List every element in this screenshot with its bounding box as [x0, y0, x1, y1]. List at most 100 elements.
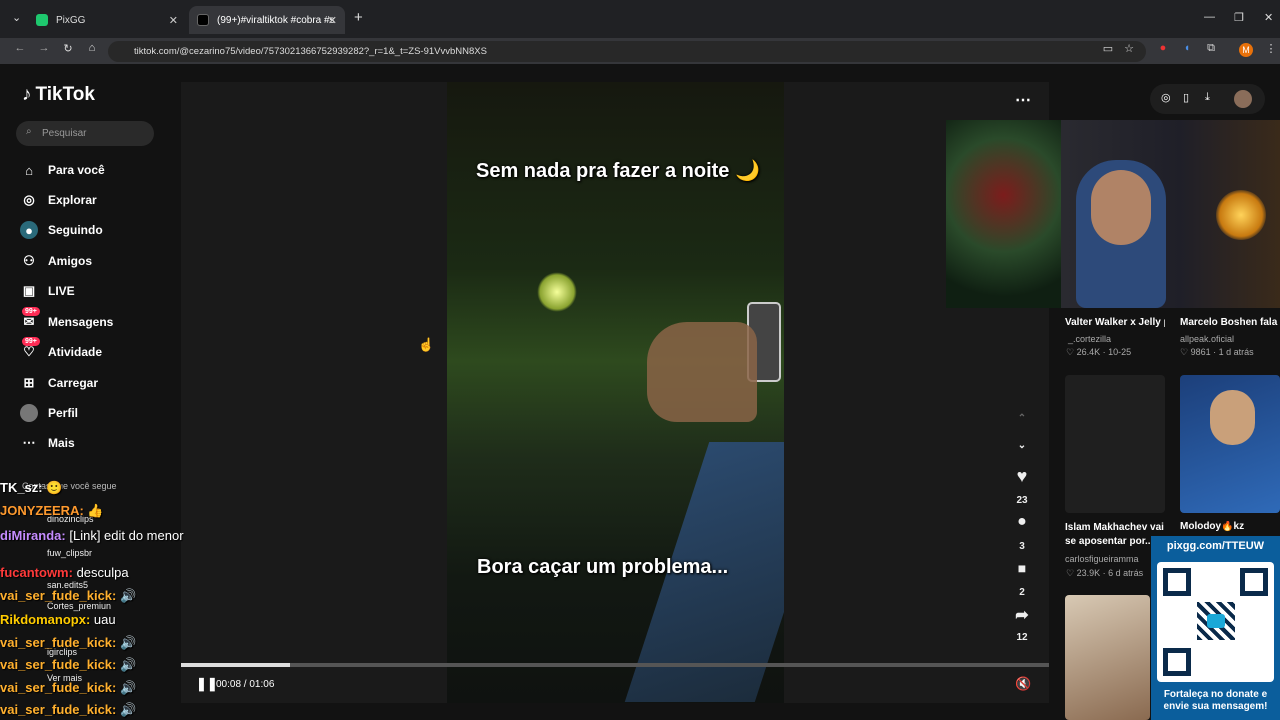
upload-icon: ⊞: [23, 375, 35, 390]
activity-badge: 99+: [22, 337, 40, 346]
chat-text: 👍: [87, 503, 104, 518]
extension-audio-icon[interactable]: ◖: [1179, 42, 1195, 54]
close-tab-icon[interactable]: ✕: [328, 14, 337, 27]
chat-username: vai_ser_fude_kick:: [0, 657, 117, 672]
tab-tiktok[interactable]: (99+)#viraltiktok #cobra #susto ✕: [189, 6, 345, 34]
browser-tab-bar: ⌄ PixGG ✕ (99+)#viraltiktok #cobra #sust…: [0, 0, 1280, 38]
sidebar-item-amigos[interactable]: ⚇ Amigos: [20, 250, 92, 272]
chat-text: [Link] edit do menor: [69, 528, 184, 543]
new-tab-icon[interactable]: +: [354, 9, 363, 26]
person-in-video: [647, 322, 757, 422]
video-thumbnail[interactable]: [1065, 375, 1165, 513]
card-title[interactable]: Valter Walker x Jelly poca 😂kkkkkk...: [1065, 317, 1165, 328]
card-title[interactable]: Islam Makhachev vai se aposentar por...: [1065, 521, 1165, 551]
sidebar-item-seguindo[interactable]: ● Seguindo: [20, 219, 103, 241]
chat-username: diMiranda:: [0, 528, 66, 543]
video-thumbnail[interactable]: [1065, 595, 1150, 720]
pause-icon[interactable]: ❚❚: [196, 676, 218, 692]
sidebar-item-atividade[interactable]: ♡ 99+ Atividade: [20, 337, 103, 363]
sidebar-item-mais[interactable]: ⋯ Mais: [20, 432, 75, 454]
cast-icon[interactable]: ▭: [1100, 42, 1116, 55]
video-thumbnail[interactable]: [1180, 375, 1280, 513]
card-title[interactable]: Molodoy🔥kz: [1180, 521, 1280, 532]
download-icon[interactable]: ⤓: [1205, 91, 1210, 104]
home-browser-icon[interactable]: ⌂: [84, 42, 100, 54]
coins-icon[interactable]: ◎: [1161, 91, 1171, 104]
close-tab-icon[interactable]: ✕: [169, 14, 178, 27]
profile-avatar[interactable]: M: [1239, 43, 1253, 57]
chat-message: JONYZEERA: 👍: [0, 503, 104, 519]
back-icon[interactable]: ←: [12, 42, 28, 54]
flashlight-glow: [537, 272, 577, 312]
more-options-icon[interactable]: ⋯: [1015, 90, 1031, 110]
qr-finder-bl: [1163, 648, 1191, 676]
user-avatar[interactable]: [1234, 90, 1252, 108]
chat-message: TK_sz: 🙂: [0, 480, 62, 496]
sidebar-item-label: Seguindo: [48, 223, 103, 237]
tab-list-icon[interactable]: ⌄: [12, 11, 21, 24]
chat-text: 🔊: [119, 657, 137, 672]
logo-text: TikTok: [35, 84, 95, 105]
donate-url: pixgg.com/TTEUW: [1166, 540, 1265, 552]
sidebar-item-perfil[interactable]: Perfil: [20, 402, 78, 424]
mouse-cursor-icon: ☝: [418, 337, 435, 352]
sidebar-item-label: Perfil: [48, 406, 79, 420]
sidebar-item-mensagens[interactable]: ✉ 99+ Mensagens: [20, 307, 113, 333]
tiktok-logo[interactable]: ♪ TikTok: [22, 84, 95, 106]
card-author[interactable]: _.cortezilla: [1068, 334, 1111, 344]
sidebar-item-label: Atividade: [48, 345, 103, 359]
sidebar-item-live[interactable]: ▣ LIVE: [20, 280, 75, 302]
minimize-icon[interactable]: —: [1204, 11, 1215, 23]
comment-icon[interactable]: ●: [1010, 513, 1034, 531]
sidebar-item-explorar[interactable]: ◎ Explorar: [20, 189, 96, 211]
chat-message: vai_ser_fude_kick: 🔊: [0, 588, 136, 604]
device-icon[interactable]: ▯: [1183, 91, 1189, 104]
chat-username: JONYZEERA:: [0, 503, 84, 518]
restore-icon[interactable]: ❐: [1234, 11, 1244, 24]
tiktok-note-icon: ♪: [22, 84, 32, 105]
browser-menu-icon[interactable]: ⋮: [1263, 42, 1279, 55]
following-item[interactable]: fuw_clipsbr: [47, 548, 92, 558]
extensions-icon[interactable]: ⧉: [1203, 42, 1219, 55]
tab-title: (99+)#viraltiktok #cobra #susto: [217, 14, 335, 26]
sidebar-item-label: Carregar: [48, 376, 99, 390]
card-author[interactable]: allpeak.oficial: [1180, 334, 1234, 344]
tab-title: PixGG: [56, 14, 86, 26]
chat-message: vai_ser_fude_kick: 🔊: [0, 680, 136, 696]
chat-message: vai_ser_fude_kick: 🔊: [0, 657, 136, 673]
chat-message: vai_ser_fude_kick: 🔊: [0, 702, 136, 718]
compass-icon: ◎: [23, 192, 35, 207]
like-heart-icon[interactable]: ♥: [1010, 466, 1034, 487]
bookmark-star-icon[interactable]: ☆: [1121, 42, 1137, 55]
forward-icon[interactable]: →: [36, 42, 52, 54]
video-progress-bar[interactable]: [181, 663, 1049, 667]
tab-pixgg[interactable]: PixGG ✕: [28, 6, 186, 34]
christmas-tree: [946, 120, 1061, 308]
close-window-icon[interactable]: ✕: [1264, 11, 1273, 24]
bookmark-icon[interactable]: ■: [1010, 560, 1034, 576]
mute-icon[interactable]: 🔇: [1015, 676, 1031, 692]
chat-text: desculpa: [76, 565, 129, 580]
url-input[interactable]: tiktok.com/@cezarino75/video/75730213667…: [108, 41, 1146, 62]
sidebar-item-para-voce[interactable]: ⌂ Para você: [20, 159, 105, 181]
chevron-up-icon[interactable]: ⌃: [1010, 413, 1034, 424]
following-icon: ●: [20, 221, 38, 239]
chat-message: fucantowm: desculpa: [0, 565, 129, 580]
sidebar-item-carregar[interactable]: ⊞ Carregar: [20, 372, 98, 394]
chat-username: Rikdomanopx:: [0, 612, 91, 627]
card-author[interactable]: carlosfigueiramma: [1065, 554, 1139, 564]
chat-username: vai_ser_fude_kick:: [0, 635, 117, 650]
chevron-down-icon[interactable]: ⌄: [1010, 440, 1034, 451]
share-icon[interactable]: ➦: [1010, 605, 1034, 625]
sidebar-item-label: LIVE: [48, 284, 75, 298]
extension-red-icon[interactable]: ●: [1155, 42, 1171, 54]
friends-icon: ⚇: [23, 253, 35, 268]
video-progress-fill: [181, 663, 291, 667]
chat-text: 🔊: [119, 635, 137, 650]
chat-username: TK_sz:: [0, 480, 43, 495]
search-input[interactable]: ⌕ Pesquisar: [16, 121, 154, 146]
reload-icon[interactable]: ↻: [60, 42, 76, 55]
card-title[interactable]: Marcelo Boshen fala sobre a saída do...: [1180, 317, 1280, 328]
live-icon: ▣: [22, 283, 36, 298]
activity-icon: ♡ 99+: [20, 337, 40, 361]
